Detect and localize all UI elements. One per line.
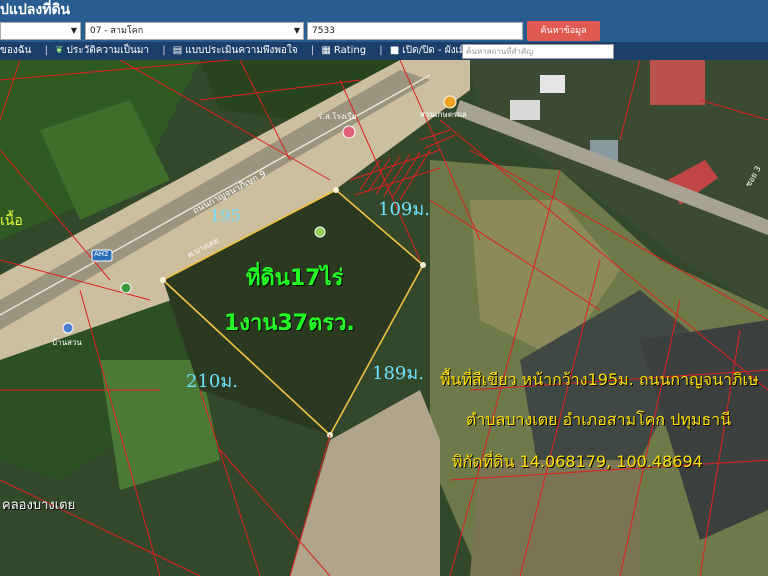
description-line3: พิกัดที่ดิน 14.068179, 100.48694	[452, 452, 703, 471]
canal-label: คลองบางเตย	[2, 498, 76, 513]
poi-label: ร.ส.โรงเรีย	[318, 112, 357, 121]
search-controls: ▼ 07 - สามโคก ▼ 7533	[0, 20, 768, 42]
toolbar-item-rating[interactable]: ▦ Rating	[321, 45, 366, 56]
dimension-bottom-label: 210ม.	[186, 371, 238, 392]
parcel-vertex	[160, 277, 166, 283]
description-line2: ตำบลบางเตย อำเภอสามโคก ปทุมธานี	[466, 410, 732, 429]
poi-marker-icon[interactable]	[120, 282, 132, 294]
location-pin-icon[interactable]	[314, 226, 326, 238]
parcel-number-value: 7533	[312, 26, 335, 36]
toolbar-item-rating-label: Rating	[333, 45, 367, 56]
leaf-icon: ❦	[55, 45, 64, 56]
parcel-number-input[interactable]: 7533	[307, 22, 523, 40]
place-search-placeholder: ค้นหาสถานที่สำคัญ	[466, 47, 534, 56]
toolbar-divider: |	[44, 45, 48, 56]
poi-label: สวนเกษตรผล	[420, 110, 467, 119]
dimension-right-label: 189ม.	[372, 363, 424, 384]
toolbar-item-history[interactable]: ❦ ประวัติความเป็นมา	[55, 45, 149, 56]
document-icon: ▤	[172, 45, 183, 56]
search-button[interactable]: ค้นหาข้อมูล	[527, 21, 600, 41]
toolbar-divider: |	[310, 45, 315, 56]
checkbox-icon: ■	[389, 45, 400, 56]
app-title: ปแปลงที่ดิน	[0, 2, 71, 18]
area-label-line1: ที่ดิน17ไร่	[246, 266, 344, 291]
building-roof	[650, 60, 705, 105]
toolbar-item-survey[interactable]: ▤ แบบประเมินความพึงพอใจ	[173, 45, 298, 56]
toolbar-divider: |	[162, 45, 166, 56]
province-select[interactable]: ▼	[0, 22, 81, 40]
map-toolbar: ของฉัน | ❦ ประวัติความเป็นมา | ▤ แบบประเมิ…	[0, 42, 768, 60]
description-line1: พื้นที่สีเขียว หน้ากว้าง195ม. ถนนกาญจนาภ…	[440, 370, 759, 389]
highway-shield-label: AH2	[94, 250, 109, 258]
district-select-value: 07 - สามโคก	[90, 26, 144, 36]
map-canvas	[0, 60, 768, 576]
dimension-left-label: 195	[210, 206, 241, 225]
parcel-vertex	[333, 187, 339, 193]
place-search-input[interactable]: ค้นหาสถานที่สำคัญ	[462, 44, 614, 59]
parcel-vertex	[420, 262, 426, 268]
chart-icon: ▦	[321, 45, 331, 56]
side-label: เนื้อ	[0, 213, 23, 229]
building-roof	[540, 75, 565, 93]
poi-marker-icon[interactable]	[62, 322, 74, 334]
toolbar-item-survey-label: แบบประเมินความพึงพอใจ	[185, 45, 298, 56]
area-label-line2: 1งาน37ตรว.	[224, 311, 355, 336]
chevron-down-icon: ▼	[70, 26, 77, 35]
dimension-top-label: 109ม.	[378, 199, 430, 220]
toolbar-item-mine[interactable]: ของฉัน	[0, 45, 31, 56]
district-select[interactable]: 07 - สามโคก ▼	[85, 22, 304, 40]
app-header: ปแปลงที่ดิน	[0, 0, 768, 20]
toolbar-item-history-label: ประวัติความเป็นมา	[66, 45, 150, 56]
toolbar-divider: |	[379, 45, 383, 56]
chevron-down-icon: ▼	[293, 26, 300, 35]
building-roof	[510, 100, 540, 120]
satellite-map[interactable]: AH2 ถนนกาญจนาภิเษก 9 ต.บางเตย ร.ส.โรงเรี…	[0, 60, 768, 576]
poi-label: บ้านสวน	[52, 338, 82, 347]
poi-marker-icon[interactable]	[443, 95, 457, 109]
poi-marker-icon[interactable]	[342, 125, 356, 139]
toolbar-item-mine-label: ของฉัน	[0, 45, 32, 56]
